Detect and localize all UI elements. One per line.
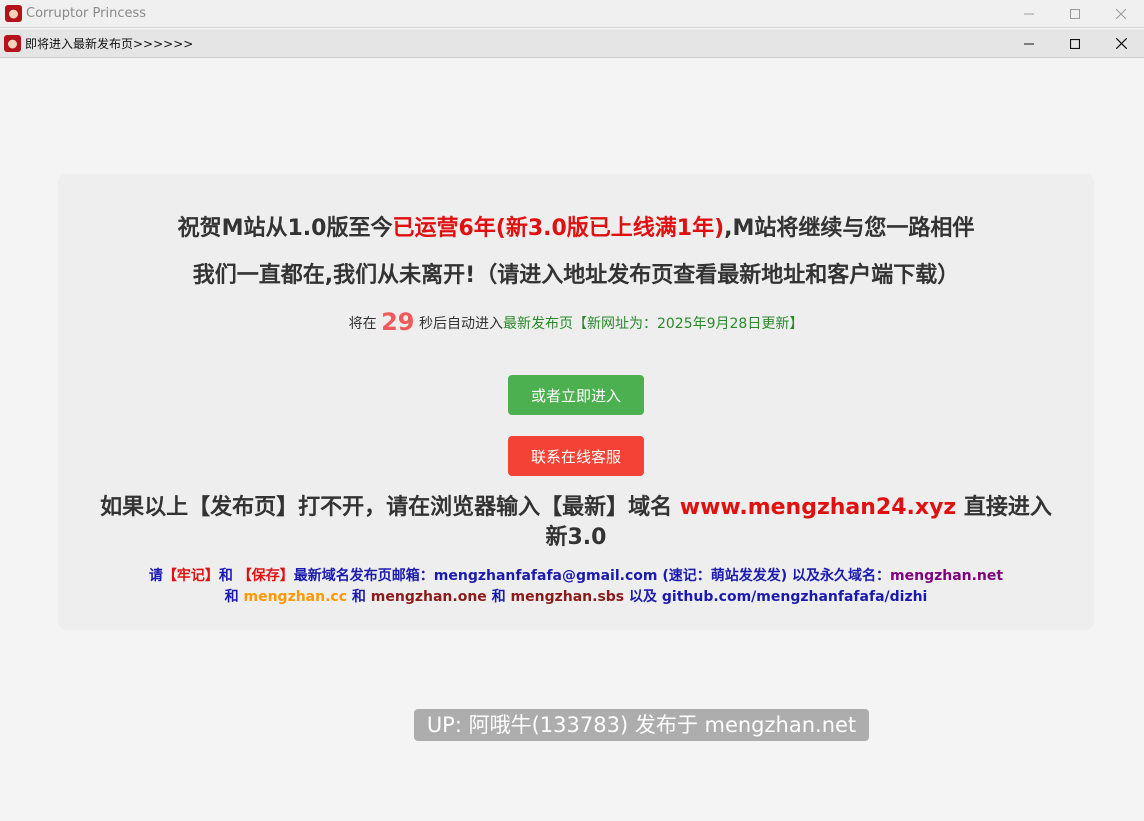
close-icon [1116,9,1126,19]
email-text: 请 [148,568,163,584]
inner-close-button[interactable] [1098,29,1144,58]
inner-maximize-button[interactable] [1052,29,1098,58]
announcement-card: 祝贺M站从1.0版至今已运营6年(新3.0版已上线满1年),M站将继续与您一路相… [58,174,1094,741]
email-text: 和 [218,568,233,584]
page-content: 祝贺M站从1.0版至今已运营6年(新3.0版已上线满1年),M站将继续与您一路相… [0,59,1144,821]
enter-now-button[interactable]: 或者立即进入 [508,375,644,415]
app-logo-icon [4,34,21,52]
domain-net-link[interactable]: mengzhan.net [890,568,1003,584]
inner-window-title: 即将进入最新发布页>>>>>> [25,36,194,51]
domain-cc-link[interactable]: mengzhan.cc [244,589,348,605]
headline-still-here: 我们一直都在,我们从未离开!（请进入地址发布页查看最新地址和客户端下载） [192,263,960,288]
inner-window-controls [1006,29,1144,58]
email-domains-info: 请【牢记】和 【保存】最新域名发布页邮箱：mengzhanfafafa@gmai… [98,566,1054,608]
domain-sbs-link[interactable]: mengzhan.sbs [511,589,625,605]
email-text: 以及 [629,589,658,605]
outer-minimize-button[interactable] [1006,0,1052,28]
fallback-domain-text: 如果以上【发布页】打不开，请在浏览器输入【最新】域名 www.mengzhan2… [98,493,1054,553]
outer-title-bar: Corruptor Princess [0,0,1144,28]
countdown-line: 将在 29 秒后自动进入最新发布页【新网址为：2025年9月28日更新】 [58,307,1094,339]
outer-window-title: Corruptor Princess [26,6,147,21]
email-address-text: 最新域名发布页邮箱：mengzhanfafafa@gmail.com (速记：萌… [293,568,891,584]
email-text: 和 [224,589,239,605]
uploader-watermark: UP: 阿哦牛(133783) 发布于 mengzhan.net [414,709,869,741]
headline-highlight: 已运营6年(新3.0版已上线满1年) [392,216,725,241]
countdown-suffix: 秒后自动进入 [418,316,503,332]
countdown-prefix: 将在 [348,316,377,332]
outer-close-button[interactable] [1098,0,1144,28]
outer-window-controls [1006,0,1144,28]
minimize-icon [1024,13,1034,15]
app-logo-icon [5,5,22,22]
github-link[interactable]: github.com/mengzhanfafafa/dizhi [662,589,927,605]
email-text: 和 [491,589,506,605]
headline-part: ,M站将继续与您一路相伴 [724,216,975,241]
fallback-domain-link[interactable]: www.mengzhan24.xyz [680,495,956,520]
headline-anniversary: 祝贺M站从1.0版至今已运营6年(新3.0版已上线满1年),M站将继续与您一路相… [58,214,1094,244]
maximize-icon [1070,38,1080,49]
countdown-seconds: 29 [381,308,415,336]
headline-part: 祝贺M站从1.0版至今 [177,216,393,241]
fallback-text: 如果以上【发布页】打不开，请在浏览器输入【最新】域名 [100,495,673,520]
email-save: 【保存】 [237,568,294,584]
close-icon [1115,38,1127,49]
email-text: 和 [351,589,366,605]
latest-release-link[interactable]: 最新发布页【新网址为：2025年9月28日更新】 [503,316,803,332]
inner-title-bar: 即将进入最新发布页>>>>>> [0,29,1144,58]
domain-one-link[interactable]: mengzhan.one [371,589,487,605]
email-remember: 【牢记】 [162,568,219,584]
contact-service-button[interactable]: 联系在线客服 [508,436,644,476]
inner-minimize-button[interactable] [1006,29,1052,58]
maximize-icon [1070,9,1080,19]
outer-maximize-button[interactable] [1052,0,1098,28]
minimize-icon [1024,43,1034,44]
